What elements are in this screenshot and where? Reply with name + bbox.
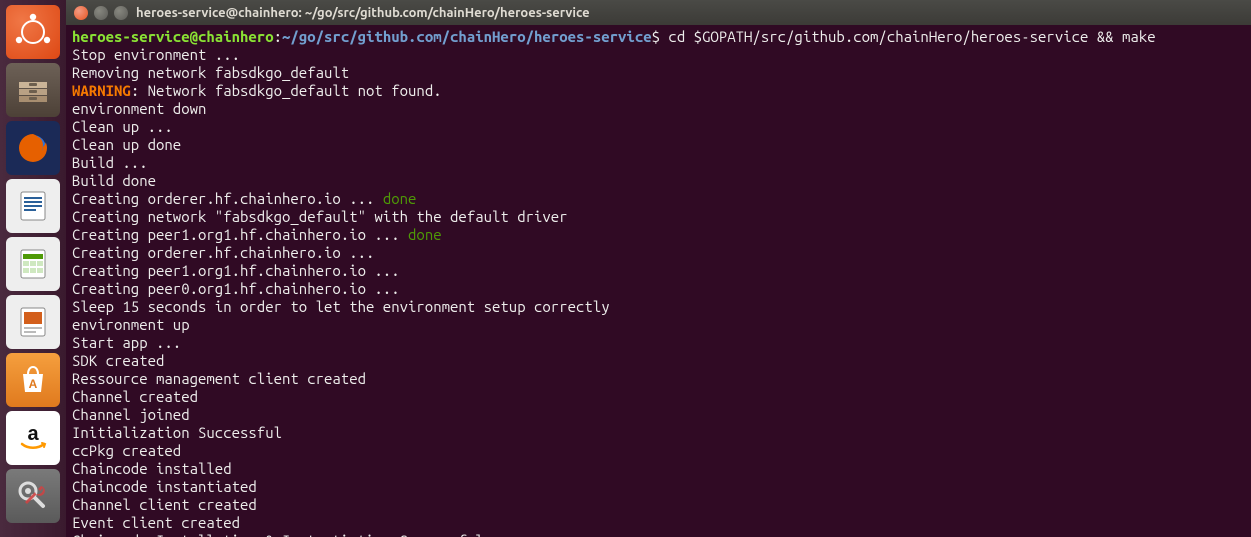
terminal-line: Creating peer0.org1.hf.chainhero.io ...: [72, 280, 1245, 298]
terminal-line: environment up: [72, 316, 1245, 334]
svg-text:a: a: [27, 423, 39, 445]
svg-text:A: A: [29, 377, 38, 391]
terminal-line: ccPkg created: [72, 442, 1245, 460]
terminal-window: heroes-service@chainhero: ~/go/src/githu…: [66, 0, 1251, 537]
launcher-software[interactable]: A: [6, 353, 60, 407]
terminal-line: Chaincode installed: [72, 460, 1245, 478]
launcher-amazon[interactable]: a: [6, 411, 60, 465]
launcher-dash[interactable]: [6, 5, 60, 59]
amazon-icon: a: [13, 418, 53, 458]
terminal-line: Channel joined: [72, 406, 1245, 424]
terminal-line: Chaincode instantiated: [72, 478, 1245, 496]
shopping-bag-icon: A: [13, 360, 53, 400]
terminal-line: Event client created: [72, 514, 1245, 532]
launcher-settings[interactable]: [6, 469, 60, 523]
window-title: heroes-service@chainhero: ~/go/src/githu…: [136, 6, 590, 20]
terminal-line: SDK created: [72, 352, 1245, 370]
terminal-line: Clean up done: [72, 136, 1245, 154]
writer-icon: [13, 186, 53, 226]
terminal-line: WARNING: Network fabsdkgo_default not fo…: [72, 82, 1245, 100]
launcher-bar: A a: [0, 0, 66, 537]
terminal-line: Clean up ...: [72, 118, 1245, 136]
terminal-line: Creating peer1.org1.hf.chainhero.io ... …: [72, 226, 1245, 244]
prompt: heroes-service@chainhero:~/go/src/github…: [72, 28, 660, 45]
launcher-impress[interactable]: [6, 295, 60, 349]
file-manager-icon: [13, 70, 53, 110]
terminal-line: Chaincode Installation & Instantiation S…: [72, 532, 1245, 537]
terminal-line: Stop environment ...: [72, 46, 1245, 64]
launcher-firefox[interactable]: [6, 121, 60, 175]
terminal-line: Creating orderer.hf.chainhero.io ... don…: [72, 190, 1245, 208]
impress-icon: [13, 302, 53, 342]
terminal-line: Creating network "fabsdkgo_default" with…: [72, 208, 1245, 226]
terminal-line: Build ...: [72, 154, 1245, 172]
window-maximize-icon[interactable]: [114, 6, 128, 20]
ubuntu-logo-icon: [13, 12, 53, 52]
window-titlebar[interactable]: heroes-service@chainhero: ~/go/src/githu…: [66, 0, 1251, 25]
firefox-icon: [13, 128, 53, 168]
terminal-line: Initialization Successful: [72, 424, 1245, 442]
terminal-line: Creating peer1.org1.hf.chainhero.io ...: [72, 262, 1245, 280]
terminal-line: Sleep 15 seconds in order to let the env…: [72, 298, 1245, 316]
terminal-line: environment down: [72, 100, 1245, 118]
terminal-line: Creating orderer.hf.chainhero.io ...: [72, 244, 1245, 262]
terminal-line: Start app ...: [72, 334, 1245, 352]
launcher-writer[interactable]: [6, 179, 60, 233]
command-text: cd $GOPATH/src/github.com/chainHero/hero…: [660, 28, 1156, 45]
terminal-line: Channel created: [72, 388, 1245, 406]
terminal-line: Build done: [72, 172, 1245, 190]
window-minimize-icon[interactable]: [94, 6, 108, 20]
window-close-icon[interactable]: [74, 6, 88, 20]
terminal-line: heroes-service@chainhero:~/go/src/github…: [72, 28, 1245, 46]
calc-icon: [13, 244, 53, 284]
terminal-body[interactable]: heroes-service@chainhero:~/go/src/github…: [66, 25, 1251, 537]
gear-wrench-icon: [13, 476, 53, 516]
terminal-line: Channel client created: [72, 496, 1245, 514]
terminal-line: Ressource management client created: [72, 370, 1245, 388]
terminal-line: Removing network fabsdkgo_default: [72, 64, 1245, 82]
launcher-calc[interactable]: [6, 237, 60, 291]
launcher-files[interactable]: [6, 63, 60, 117]
